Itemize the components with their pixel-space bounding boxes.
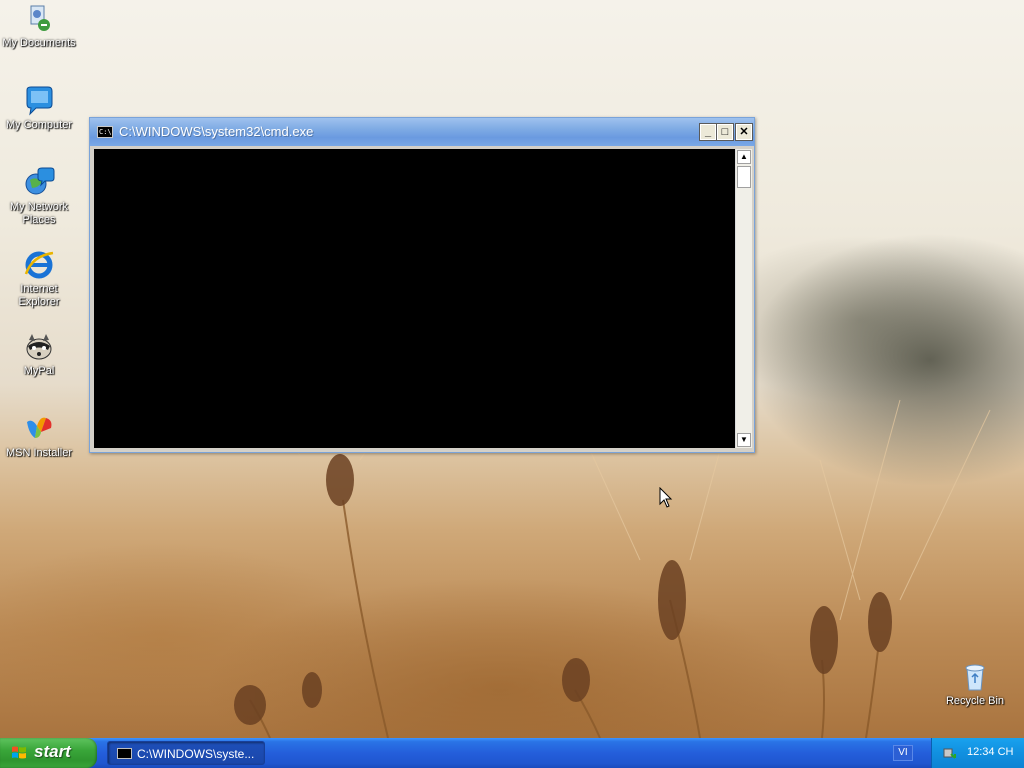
desktop-icon-label: My Computer [5, 119, 73, 131]
scroll-down-button[interactable]: ▼ [737, 433, 751, 447]
taskbar-button-label: C:\WINDOWS\syste... [137, 747, 255, 761]
cmd-icon[interactable]: C:\ [97, 126, 113, 138]
desktop-icon-my-computer[interactable]: My Computer [0, 84, 78, 132]
my-documents-icon [30, 5, 50, 31]
msn-installer-icon [27, 417, 52, 438]
maximize-button[interactable]: □ [716, 123, 734, 141]
desktop-icon-network-places[interactable]: My Network Places [0, 166, 78, 227]
mypal-icon [26, 334, 52, 360]
window-titlebar[interactable]: C:\ C:\WINDOWS\system32\cmd.exe _ □ ✕ [90, 118, 754, 146]
taskbar: start C:\WINDOWS\syste... VI 12:34 CH [0, 738, 1024, 768]
desktop-icon-label: Internet Explorer [18, 283, 60, 308]
my-computer-icon [26, 86, 53, 116]
desktop-icon-recycle-bin[interactable]: Recycle Bin [936, 660, 1014, 708]
desktop-icon-msn-installer[interactable]: MSN Installer [0, 412, 78, 460]
window-title: C:\WINDOWS\system32\cmd.exe [119, 124, 314, 139]
network-places-icon [25, 167, 55, 195]
desktop-icon-label: Recycle Bin [945, 695, 1005, 707]
desktop-icon-label: MyPal [23, 365, 55, 377]
internet-explorer-icon [24, 251, 54, 279]
desktop-icon-label: My Network Places [9, 201, 69, 226]
language-indicator[interactable]: VI [893, 745, 913, 761]
cmd-icon [117, 748, 132, 759]
desktop-icon-label: MSN Installer [5, 447, 73, 459]
desktop-icon-internet-explorer[interactable]: Internet Explorer [0, 248, 78, 309]
desktop-icon-mypal[interactable]: MyPal [0, 330, 78, 378]
scroll-up-button[interactable]: ▲ [737, 150, 751, 164]
windows-logo-icon [12, 746, 26, 759]
desktop-icon-label: My Documents [2, 37, 76, 49]
start-button[interactable]: start [0, 738, 97, 768]
system-tray: 12:34 CH [931, 738, 1024, 768]
start-label: start [34, 742, 71, 761]
recycle-bin-icon [965, 664, 985, 691]
console-output[interactable] [94, 149, 735, 448]
minimize-button[interactable]: _ [699, 123, 717, 141]
desktop-icon-my-documents[interactable]: My Documents [0, 2, 78, 50]
close-button[interactable]: ✕ [735, 123, 753, 141]
taskbar-button-cmd[interactable]: C:\WINDOWS\syste... [107, 741, 265, 765]
safely-remove-hardware-icon[interactable] [942, 745, 958, 761]
mouse-pointer-icon [659, 487, 673, 508]
clock[interactable]: 12:34 CH [967, 746, 1013, 758]
desktop: My Documents My Computer My Network Plac… [0, 0, 1024, 738]
scroll-thumb[interactable] [737, 166, 751, 188]
vertical-scrollbar[interactable]: ▲ ▼ [735, 149, 752, 448]
cmd-window[interactable]: C:\ C:\WINDOWS\system32\cmd.exe _ □ ✕ ▲ … [89, 117, 755, 453]
